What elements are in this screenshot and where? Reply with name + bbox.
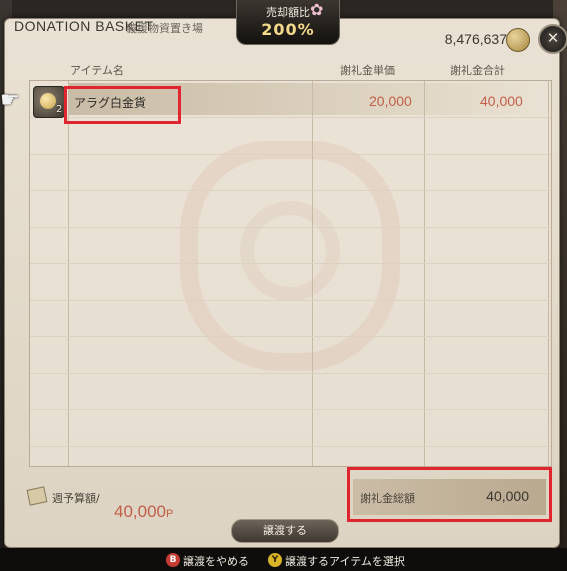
item-table xyxy=(29,80,552,467)
controller-hint-bar xyxy=(0,548,567,571)
weekly-budget-label: 週予算額/ xyxy=(52,492,100,505)
close-icon: ✕ xyxy=(546,29,560,47)
total-highlight-box xyxy=(347,467,552,522)
hand-cursor-icon: ☛ xyxy=(0,88,20,113)
sakura-icon: ✿ xyxy=(310,0,324,19)
weekly-budget-value: 40,000P xyxy=(114,502,174,521)
confirm-donate-button[interactable]: 譲渡する xyxy=(231,519,339,543)
item-unit-price: 20,000 xyxy=(369,93,412,109)
hint-select-item[interactable]: 譲渡するアイテムを選択 xyxy=(285,553,405,569)
item-highlight-box xyxy=(64,86,181,124)
y-button-icon: Y xyxy=(268,553,282,567)
window-subtitle: 義援物資置き場 xyxy=(126,22,203,35)
column-header-unit-price: 謝礼金単価 xyxy=(340,64,395,77)
coin-icon xyxy=(506,28,530,52)
item-total-price: 40,000 xyxy=(480,93,523,109)
close-button[interactable]: ✕ xyxy=(538,24,567,54)
item-quantity: 2 xyxy=(56,104,63,115)
sell-rate-tab: 売却額比 200% xyxy=(236,0,340,45)
sell-rate-label: 売却額比 xyxy=(266,6,310,19)
emblem-watermark-inner xyxy=(240,201,340,301)
sell-rate-value: 200% xyxy=(261,20,315,39)
hint-cancel[interactable]: 譲渡をやめる xyxy=(183,553,249,569)
gil-amount: 8,476,637 xyxy=(444,31,507,47)
column-header-item: アイテム名 xyxy=(70,64,124,77)
column-header-total-price: 謝礼金合計 xyxy=(450,64,505,77)
b-button-icon: B xyxy=(166,553,180,567)
